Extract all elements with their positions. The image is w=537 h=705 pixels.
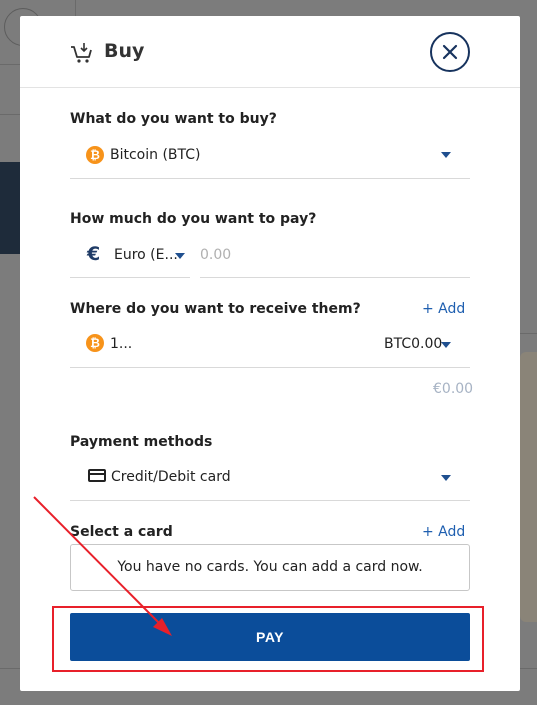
chevron-down-icon bbox=[175, 253, 185, 259]
chevron-down-icon bbox=[441, 152, 451, 158]
wallet-select[interactable]: ₿ 1... BTC0.00 bbox=[70, 328, 470, 368]
currency-select[interactable]: € Euro (E... bbox=[70, 238, 190, 278]
chevron-down-icon bbox=[441, 475, 451, 481]
modal-header: Buy bbox=[20, 16, 520, 88]
background-card bbox=[520, 352, 537, 622]
bitcoin-icon: ₿ bbox=[86, 146, 104, 164]
chevron-down-icon bbox=[441, 342, 451, 348]
asset-selected-value: Bitcoin (BTC) bbox=[110, 147, 201, 163]
no-cards-message: You have no cards. You can add a card no… bbox=[70, 544, 470, 591]
amount-placeholder: 0.00 bbox=[200, 247, 232, 263]
annotation-highlight-box bbox=[52, 606, 484, 672]
asset-select[interactable]: ₿ Bitcoin (BTC) bbox=[70, 139, 470, 179]
payment-method-select[interactable]: Credit/Debit card bbox=[70, 461, 470, 501]
asset-label: What do you want to buy? bbox=[70, 111, 277, 127]
close-icon bbox=[442, 44, 458, 60]
buy-modal: Buy What do you want to buy? ₿ Bitcoin (… bbox=[20, 16, 520, 691]
background-divider bbox=[0, 64, 20, 65]
background-divider bbox=[0, 114, 20, 115]
fiat-equivalent: €0.00 bbox=[433, 381, 474, 397]
cart-icon bbox=[71, 43, 92, 63]
modal-title: Buy bbox=[104, 40, 145, 62]
payment-method-selected-value: Credit/Debit card bbox=[111, 469, 231, 485]
amount-input[interactable]: 0.00 bbox=[200, 238, 470, 278]
payment-methods-label: Payment methods bbox=[70, 434, 213, 450]
select-card-label: Select a card bbox=[70, 524, 173, 540]
credit-card-icon bbox=[88, 469, 106, 482]
receive-label: Where do you want to receive them? bbox=[70, 301, 361, 317]
add-card-link[interactable]: + Add bbox=[422, 524, 465, 540]
close-button[interactable] bbox=[430, 32, 470, 72]
add-wallet-link[interactable]: + Add bbox=[422, 301, 465, 317]
background-panel bbox=[0, 162, 20, 254]
euro-icon: € bbox=[87, 243, 101, 265]
wallet-balance: BTC0.00 bbox=[384, 336, 443, 352]
background-divider bbox=[520, 333, 537, 334]
wallet-name: 1... bbox=[110, 336, 133, 352]
bitcoin-icon: ₿ bbox=[86, 334, 104, 352]
payment-amount-label: How much do you want to pay? bbox=[70, 211, 317, 227]
currency-selected-value: Euro (E... bbox=[114, 247, 178, 263]
